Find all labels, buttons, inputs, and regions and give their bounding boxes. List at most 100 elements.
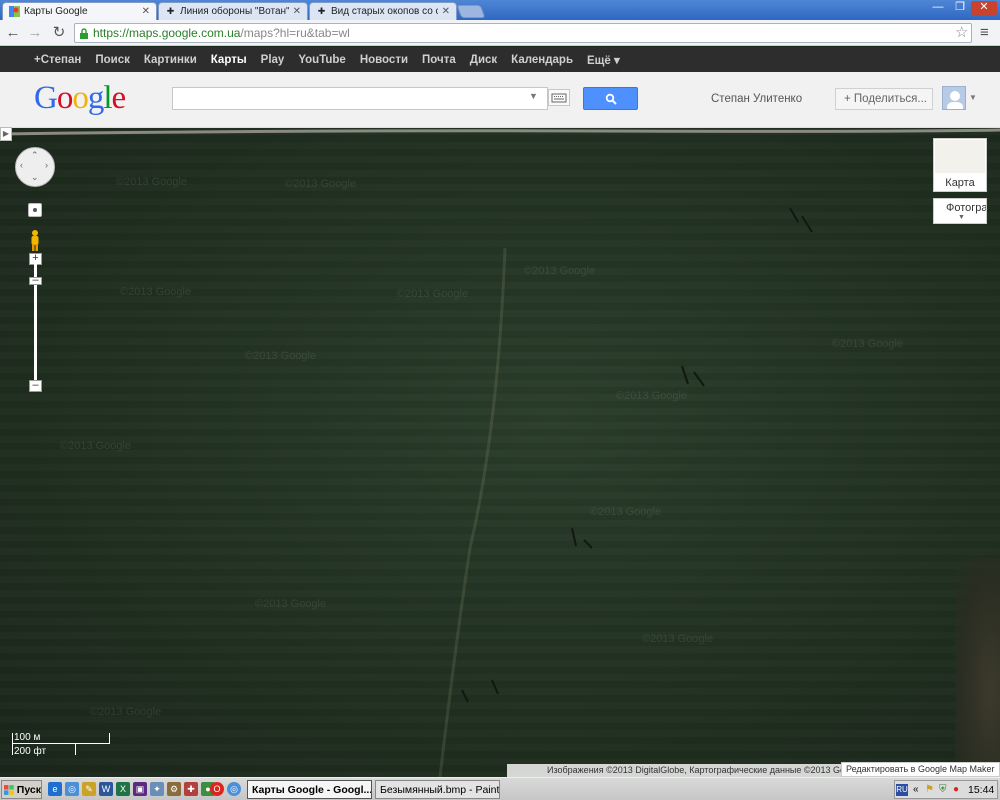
- chevron-down-icon: ▼: [958, 214, 965, 221]
- taskbar-paint-window[interactable]: Безымянный.bmp - Paint: [375, 780, 500, 799]
- search-button[interactable]: [583, 87, 638, 110]
- new-tab-button[interactable]: [456, 5, 486, 18]
- word-icon[interactable]: W: [99, 782, 113, 796]
- browser-icon[interactable]: ◎: [227, 782, 241, 796]
- gbar-item[interactable]: Картинки: [144, 54, 197, 66]
- task-title: Карты Google - Googl...: [252, 783, 372, 796]
- search-dropdown-icon[interactable]: ▼: [529, 91, 538, 101]
- pegman-icon[interactable]: [29, 229, 41, 251]
- windows-taskbar: Пуск e ◎ ✎ W X ▣ ✦ ⚙ ✚ ● O ◎ Карты Googl…: [0, 777, 1000, 800]
- gbar-item[interactable]: Диск: [470, 54, 497, 66]
- task-title: Безымянный.bmp - Paint: [380, 783, 500, 796]
- google-logo[interactable]: Google: [34, 80, 126, 117]
- map-scale: 100 м 200 фт: [8, 732, 110, 757]
- search-input[interactable]: [172, 87, 548, 110]
- restore-icon[interactable]: ❐: [949, 1, 971, 15]
- gbar-item[interactable]: YouTube: [298, 54, 345, 66]
- url-host: https://maps.google.com.ua: [93, 26, 241, 40]
- tab-title: Вид старых окопов со спут: [331, 6, 438, 17]
- paint-icon[interactable]: ✎: [82, 782, 96, 796]
- close-window-icon[interactable]: ✕: [971, 1, 997, 15]
- pan-control[interactable]: ⌃ ‹ › ⌄: [15, 147, 55, 187]
- account-dropdown-icon[interactable]: ▼: [969, 93, 977, 102]
- windows-logo-icon: [4, 784, 14, 795]
- ie-icon[interactable]: e: [48, 782, 62, 796]
- watermark: ©2013 Google: [120, 286, 192, 298]
- gbar-item[interactable]: Карты: [211, 54, 247, 66]
- map-copyright: Изображения ©2013 DigitalGlobe, Картогра…: [507, 764, 872, 777]
- language-indicator[interactable]: RU: [896, 784, 908, 796]
- start-label: Пуск: [16, 783, 41, 796]
- back-arrow-icon[interactable]: ←: [4, 24, 22, 42]
- watermark: ©2013 Google: [616, 390, 688, 402]
- tab-wotan-line[interactable]: ✚ Линия обороны "Вотан" | R ✕: [158, 2, 308, 20]
- tray-app-icon[interactable]: ●: [953, 784, 959, 795]
- gbar-item[interactable]: +Степан: [34, 54, 81, 66]
- tray-app-icon[interactable]: ⚑: [925, 784, 934, 795]
- shield-icon[interactable]: ⛨: [939, 784, 947, 795]
- tab-old-trenches[interactable]: ✚ Вид старых окопов со спут ✕: [309, 2, 457, 20]
- browser-menu-icon[interactable]: ≡: [980, 24, 989, 41]
- maptype-map-button[interactable]: Карта: [933, 138, 987, 192]
- reload-icon[interactable]: ↻: [50, 24, 68, 42]
- tab-close-icon[interactable]: ✕: [142, 6, 150, 17]
- maptype-photo-label: Фотографии: [946, 202, 987, 214]
- google-header: Google ▼ Степан Улитенко + Поделиться...…: [0, 72, 1000, 128]
- zoom-slider-handle[interactable]: –: [29, 275, 42, 286]
- gbar-item[interactable]: Play: [261, 54, 285, 66]
- bookmark-star-icon[interactable]: ☆: [955, 23, 968, 41]
- taskbar-chrome-window[interactable]: Карты Google - Googl...: [247, 780, 372, 799]
- browser-toolbar: ← → ↻ https://maps.google.com.ua/maps?hl…: [0, 20, 1000, 46]
- gbar-item[interactable]: Поиск: [95, 54, 130, 66]
- cross-favicon-icon: ✚: [166, 6, 175, 16]
- opera-icon[interactable]: O: [210, 782, 224, 796]
- watermark: ©2013 Google: [60, 440, 132, 452]
- tab-close-icon[interactable]: ✕: [293, 6, 301, 17]
- save-icon[interactable]: ▣: [133, 782, 147, 796]
- excel-icon[interactable]: X: [116, 782, 130, 796]
- gbar-item[interactable]: Новости: [360, 54, 408, 66]
- pan-right-icon[interactable]: ›: [45, 160, 48, 170]
- watermark: ©2013 Google: [245, 350, 317, 362]
- pan-left-icon[interactable]: ‹: [20, 160, 23, 170]
- field-features: [438, 207, 813, 777]
- keyboard-icon[interactable]: [548, 89, 570, 106]
- app-icon[interactable]: ✦: [150, 782, 164, 796]
- avatar[interactable]: [942, 86, 966, 110]
- share-label: + Поделиться...: [844, 93, 927, 105]
- tab-close-icon[interactable]: ✕: [442, 6, 450, 17]
- watermark: ©2013 Google: [285, 178, 357, 190]
- tab-title: Карты Google: [24, 6, 88, 17]
- scale-imperial-label: 200 фт: [14, 746, 47, 757]
- start-button[interactable]: Пуск: [1, 780, 42, 799]
- pan-down-icon[interactable]: ⌄: [31, 172, 39, 183]
- maptype-map-label: Карта: [945, 177, 975, 189]
- magnifier-icon: [605, 93, 617, 105]
- tool-icon[interactable]: ⚙: [167, 782, 181, 796]
- collapse-panel-icon[interactable]: ▶: [0, 127, 12, 141]
- chrome-icon[interactable]: ◎: [65, 782, 79, 796]
- address-bar[interactable]: https://maps.google.com.ua/maps?hl=ru&ta…: [74, 23, 972, 43]
- tab-google-maps[interactable]: Карты Google ✕: [2, 2, 157, 20]
- tab-title: Линия обороны "Вотан" | R: [180, 6, 289, 17]
- satellite-map[interactable]: ©2013 Google ©2013 Google ©2013 Google ©…: [0, 128, 1000, 777]
- watermark: ©2013 Google: [590, 506, 662, 518]
- forward-arrow-icon[interactable]: →: [26, 24, 44, 42]
- system-tray: RU « ⚑ ⛨ ● 15:44: [894, 780, 998, 799]
- share-button[interactable]: + Поделиться...: [835, 88, 933, 110]
- maptype-photo-button[interactable]: Фотографии ▼: [933, 198, 987, 224]
- mapmaker-link[interactable]: Редактировать в Google Map Maker: [841, 762, 1000, 777]
- recenter-icon[interactable]: [28, 203, 42, 217]
- google-bar: +Степан Поиск Картинки Карты Play YouTube Ново…: [0, 47, 1000, 72]
- user-name[interactable]: Степан Улитенко: [711, 93, 802, 105]
- gbar-item[interactable]: Ещё ▾: [587, 53, 620, 67]
- tray-expand-icon[interactable]: «: [913, 784, 919, 795]
- gbar-item[interactable]: Календарь: [511, 54, 573, 66]
- map-thumbnail: [935, 140, 985, 173]
- gbar-item[interactable]: Почта: [422, 54, 456, 66]
- clock[interactable]: 15:44: [968, 784, 994, 796]
- pan-up-icon[interactable]: ⌃: [31, 150, 39, 161]
- app-icon[interactable]: ✚: [184, 782, 198, 796]
- minimize-icon[interactable]: —: [927, 1, 949, 15]
- zoom-out-button[interactable]: –: [29, 380, 42, 392]
